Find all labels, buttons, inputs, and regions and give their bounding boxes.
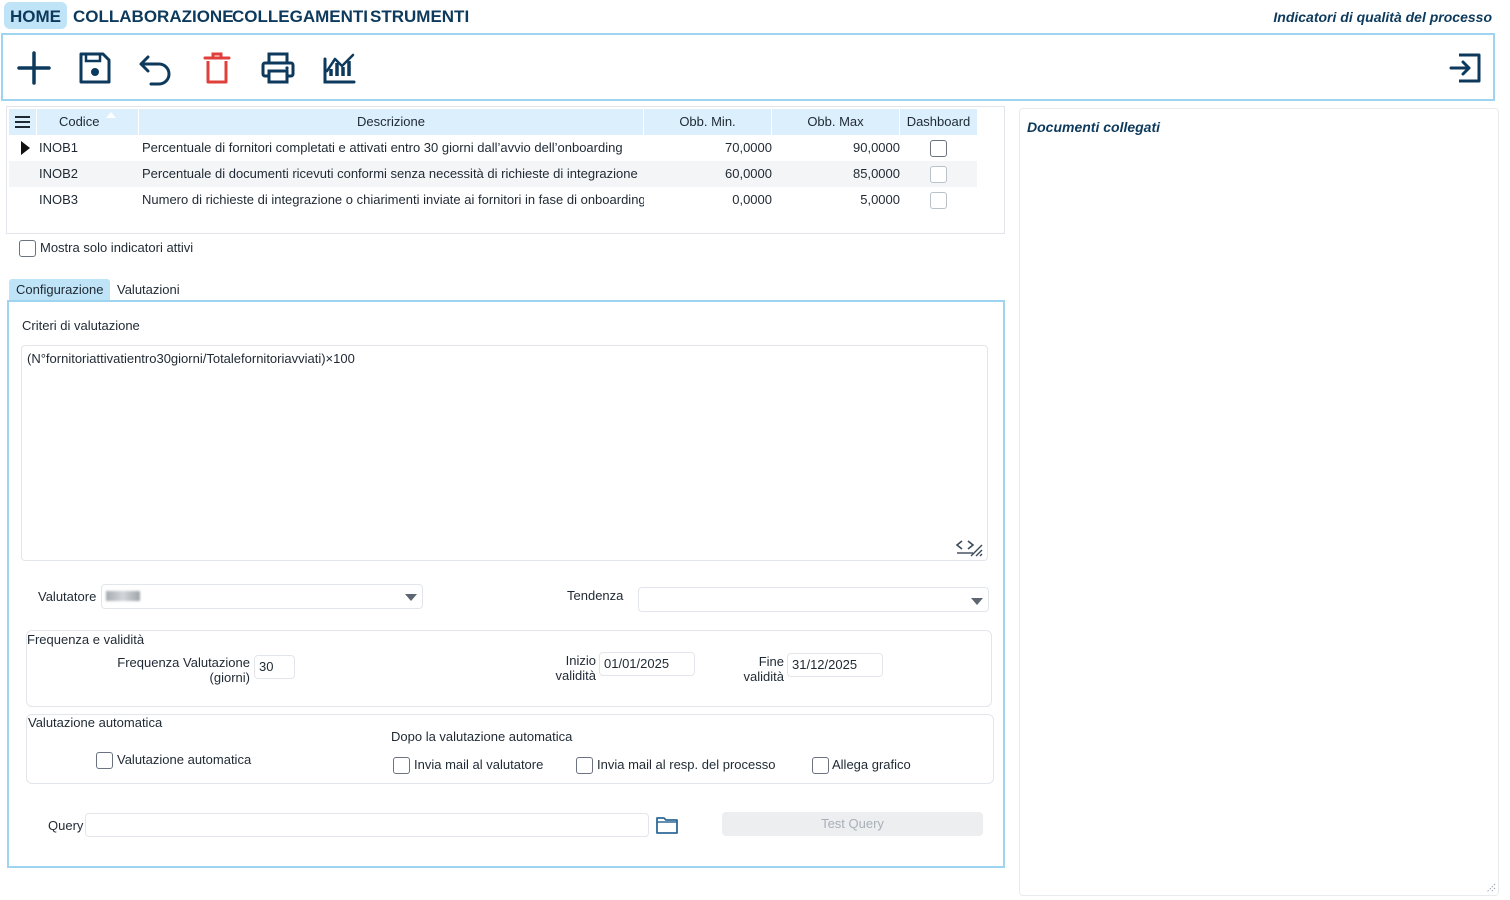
toolbar (1, 33, 1495, 101)
query-label: Query (48, 818, 84, 833)
col-codice-label: Codice (58, 114, 100, 129)
delete-icon[interactable] (198, 49, 236, 87)
sort-asc-icon (106, 112, 117, 118)
tab-valutazioni[interactable]: Valutazioni (110, 279, 187, 300)
dashboard-checkbox[interactable] (930, 166, 947, 183)
col-dashboard[interactable]: Dashboard (900, 109, 977, 135)
menu-strumenti[interactable]: STRUMENTI (364, 2, 475, 29)
cell-obb-min: 60,0000 (725, 166, 772, 181)
valutatore-select[interactable] (101, 584, 423, 609)
chevron-down-icon (405, 594, 417, 601)
dashboard-checkbox[interactable] (930, 140, 947, 157)
table-row[interactable]: INOB2 Percentuale di documenti ricevuti … (9, 161, 977, 187)
indicators-grid: Codice Descrizione Obb. Min. Obb. Max Da… (6, 106, 1005, 234)
tendenza-label: Tendenza (567, 588, 624, 603)
frequenza-label-line1: Frequenza Valutazione (117, 655, 250, 670)
criteri-label: Criteri di valutazione (22, 318, 140, 333)
inizio-validita-input[interactable]: 01/01/2025 (599, 652, 695, 676)
chart-icon[interactable] (320, 49, 358, 87)
table-row[interactable]: INOB1 Percentuale di fornitori completat… (9, 135, 977, 161)
allega-grafico-checkbox[interactable] (812, 757, 829, 774)
folder-icon[interactable] (655, 814, 679, 836)
auto-checkbox[interactable] (96, 752, 113, 769)
invia-resp-label: Invia mail al resp. del processo (597, 757, 776, 772)
row-selected-icon (19, 135, 33, 161)
table-row[interactable]: INOB3 Numero di richieste di integrazion… (9, 187, 977, 213)
tendenza-select[interactable] (638, 587, 989, 612)
only-active-label: Mostra solo indicatori attivi (40, 240, 194, 255)
invia-valutatore-checkbox[interactable] (393, 757, 410, 774)
grid-header: Codice Descrizione Obb. Min. Obb. Max Da… (9, 109, 977, 135)
allega-grafico-label: Allega grafico (832, 757, 911, 772)
invia-resp-checkbox[interactable] (576, 757, 593, 774)
cell-obb-max: 90,0000 (853, 140, 900, 155)
undo-icon[interactable] (137, 49, 175, 87)
menu-collaborazione[interactable]: COLLABORAZIONE (67, 2, 240, 29)
resize-handle-icon[interactable] (1486, 883, 1496, 893)
cell-obb-max: 5,0000 (860, 192, 900, 207)
frequenza-label-line2: (giorni) (209, 670, 250, 685)
fine-label-line2: validità (743, 669, 784, 684)
col-obb-max[interactable]: Obb. Max (772, 109, 900, 135)
valutatore-label: Valutatore (38, 589, 97, 604)
cell-descrizione: Numero di richieste di integrazione o ch… (142, 192, 644, 207)
save-icon[interactable] (76, 49, 114, 87)
inizio-label-line1: Inizio (565, 653, 596, 668)
fine-label: Fine validità (734, 654, 784, 684)
grid-menu-icon[interactable] (9, 109, 37, 135)
criteri-textarea[interactable]: (N°fornitoriattivatientro30giorni/Totale… (21, 345, 988, 561)
frequenza-label: Frequenza Valutazione (giorni) (100, 655, 250, 685)
auto-checkbox-label: Valutazione automatica (117, 752, 252, 767)
chevron-down-icon (971, 598, 983, 605)
menu-collegamenti[interactable]: COLLEGAMENTI (226, 2, 374, 29)
documents-title: Documenti collegati (1027, 119, 1161, 135)
dashboard-checkbox[interactable] (930, 192, 947, 209)
tab-configurazione[interactable]: Configurazione (9, 279, 111, 300)
cell-descrizione: Percentuale di documenti ricevuti confor… (142, 166, 638, 181)
valutatore-value-redacted (106, 591, 140, 601)
plus-icon[interactable] (15, 49, 53, 87)
dopo-label: Dopo la valutazione automatica (391, 729, 573, 744)
criteri-value: (N°fornitoriattivatientro30giorni/Totale… (27, 351, 355, 366)
cell-codice: INOB1 (39, 140, 79, 155)
col-obb-min[interactable]: Obb. Min. (644, 109, 772, 135)
auto-group (26, 714, 994, 784)
cell-obb-min: 70,0000 (725, 140, 772, 155)
col-descrizione[interactable]: Descrizione (139, 109, 644, 135)
menu-home[interactable]: HOME (4, 2, 67, 29)
auto-group-title: Valutazione automatica (28, 715, 163, 730)
frequenza-input[interactable]: 30 (254, 655, 295, 679)
test-query-button[interactable]: Test Query (722, 812, 983, 836)
cell-codice: INOB3 (39, 192, 79, 207)
col-codice[interactable]: Codice (37, 109, 139, 135)
print-icon[interactable] (259, 49, 297, 87)
fine-label-line1: Fine (758, 654, 784, 669)
fine-validita-input[interactable]: 31/12/2025 (787, 653, 883, 677)
frequenza-group-title: Frequenza e validità (27, 632, 145, 647)
invia-valutatore-label: Invia mail al valutatore (414, 757, 544, 772)
cell-descrizione: Percentuale di fornitori completati e at… (142, 140, 623, 155)
code-editor-icon[interactable] (955, 538, 985, 558)
query-input[interactable] (85, 813, 649, 837)
inizio-label: Inizio validità (546, 653, 596, 683)
exit-icon[interactable] (1447, 49, 1485, 87)
inizio-label-line2: validità (555, 668, 596, 683)
page-title: Indicatori di qualità del processo (1273, 9, 1492, 25)
cell-codice: INOB2 (39, 166, 79, 181)
cell-obb-max: 85,0000 (853, 166, 900, 181)
cell-obb-min: 0,0000 (732, 192, 772, 207)
documents-panel: Documenti collegati (1019, 108, 1499, 896)
only-active-checkbox[interactable] (19, 240, 36, 257)
